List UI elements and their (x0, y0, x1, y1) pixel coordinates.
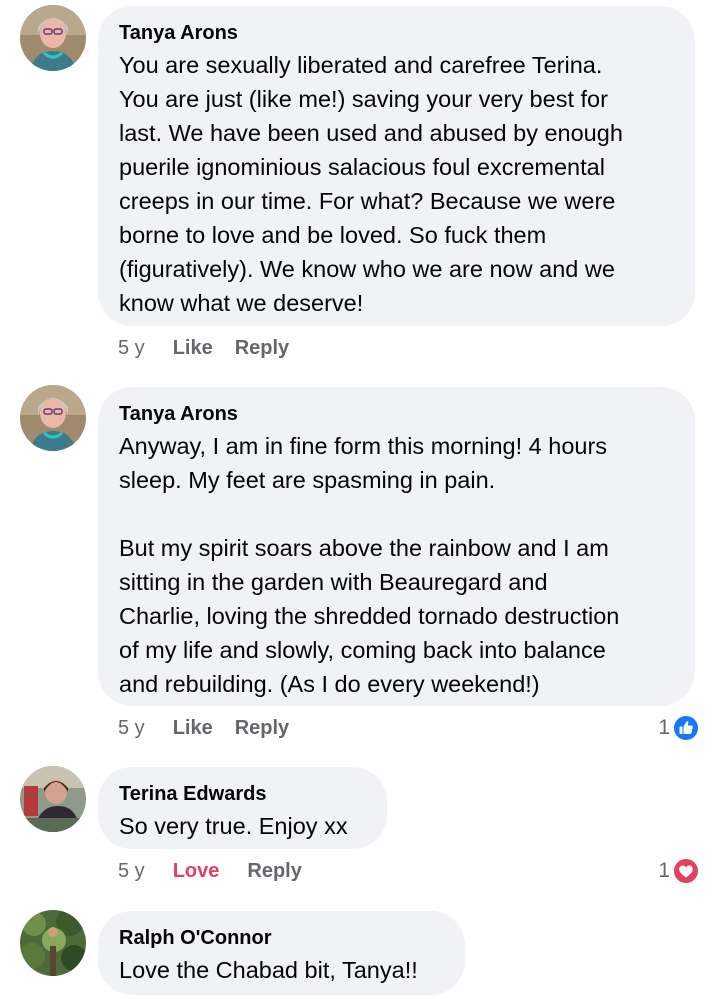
comment-text: So very true. Enjoy xx (119, 813, 348, 839)
love-reaction-icon (672, 857, 700, 885)
comment-author[interactable]: Tanya Arons (119, 401, 673, 427)
avatar-tanya-image (20, 5, 86, 71)
reply-button[interactable]: Reply (235, 337, 289, 360)
love-button[interactable]: Love (173, 860, 220, 883)
comment-bubble: Tanya Arons You are sexually liberated a… (98, 6, 695, 326)
reaction-count: 1 (658, 716, 670, 739)
reaction-summary[interactable]: 1 (658, 856, 700, 886)
comment-bubble: Tanya Arons Anyway, I am in fine form th… (98, 387, 695, 706)
avatar[interactable] (20, 766, 86, 832)
comment-author[interactable]: Terina Edwards (119, 781, 365, 807)
avatar-ralph-image (20, 910, 86, 976)
comment-timestamp[interactable]: 5 y (118, 860, 145, 883)
comment-actions: 5 y Love Reply (118, 857, 302, 885)
reply-button[interactable]: Reply (235, 717, 289, 740)
avatar-terina-image (20, 766, 86, 832)
reaction-count: 1 (658, 859, 670, 882)
comment-timestamp[interactable]: 5 y (118, 717, 145, 740)
comment-thread: Tanya Arons You are sexually liberated a… (0, 0, 720, 999)
comment-actions: 5 y Like Reply (118, 334, 289, 362)
like-button[interactable]: Like (173, 717, 213, 740)
avatar[interactable] (20, 910, 86, 976)
comment-text: Anyway, I am in fine form this morning! … (119, 433, 620, 697)
comment-author[interactable]: Tanya Arons (119, 20, 673, 46)
like-button[interactable]: Like (173, 337, 213, 360)
reply-button[interactable]: Reply (247, 860, 301, 883)
comment-timestamp[interactable]: 5 y (118, 337, 145, 360)
comment-bubble: Terina Edwards So very true. Enjoy xx (98, 767, 387, 849)
avatar[interactable] (20, 385, 86, 451)
comment-bubble: Ralph O'Connor Love the Chabad bit, Tany… (98, 911, 465, 995)
like-reaction-icon (672, 714, 700, 742)
comment-text: Love the Chabad bit, Tanya!! (119, 957, 418, 983)
avatar[interactable] (20, 5, 86, 71)
avatar-tanya-image (20, 385, 86, 451)
reaction-summary[interactable]: 1 (658, 713, 700, 743)
comment-text: You are sexually liberated and carefree … (119, 52, 623, 316)
comment-actions: 5 y Like Reply (118, 714, 289, 742)
comment-author[interactable]: Ralph O'Connor (119, 925, 443, 951)
